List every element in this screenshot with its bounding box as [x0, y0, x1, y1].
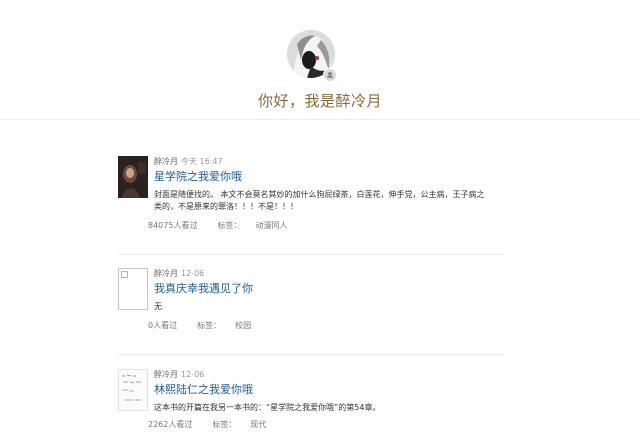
post-stats: 84075人看过 标签： 动漫同人 — [148, 220, 287, 231]
post-views: 2262人看过 — [148, 420, 193, 429]
profile-greeting: 你好，我是醉冷月 — [257, 92, 382, 110]
post-views: 0人看过 — [148, 321, 178, 330]
post-author[interactable]: 醉冷月 — [154, 269, 178, 278]
post-summary: 无 — [154, 301, 504, 313]
profile-header: 你好，我是醉冷月 — [0, 0, 640, 120]
post-title-link[interactable]: 我真庆幸我遇见了你 — [154, 280, 253, 296]
post-summary-line: 这本书的开篇在我另一本书的：“星学院之我爱你哦”的第54章。 — [154, 403, 381, 412]
post-tag-label: 标签： — [212, 420, 237, 429]
post-author[interactable]: 醉冷月 — [154, 157, 178, 166]
post-divider — [118, 354, 504, 355]
post-summary-line: 类的，不是原来的罪洛！！！不是！！！ — [154, 202, 298, 211]
post-time: 12-06 — [181, 370, 205, 379]
post-cover-image[interactable] — [118, 156, 148, 198]
post-summary: 这本书的开篇在我另一本书的：“星学院之我爱你哦”的第54章。 — [154, 402, 504, 414]
post-stats: 2262人看过 标签： 现代 — [148, 419, 266, 430]
post-item: 醉冷月 今天 16:47 星学院之我爱你哦 封面是随便找的。 本文不会莫名其妙的加… — [118, 156, 504, 236]
post-views: 84075人看过 — [148, 221, 198, 230]
post-summary-line: 封面是随便找的。 本文不会莫名其妙的加什么狗屁绿茶，白莲花，伸手党，公主病，王子… — [154, 190, 485, 199]
post-meta: 醉冷月 12-06 — [154, 268, 204, 279]
broken-image-icon — [121, 271, 128, 278]
post-stats: 0人看过 标签： 校园 — [148, 320, 251, 331]
post-author[interactable]: 醉冷月 — [154, 370, 178, 379]
post-item: 醉冷月 12-06 我真庆幸我遇见了你 无 0人看过 标签： 校园 — [118, 268, 504, 338]
user-badge-icon — [323, 68, 337, 82]
post-summary: 封面是随便找的。 本文不会莫名其妙的加什么狗屁绿茶，白莲花，伸手党，公主病，王子… — [154, 189, 504, 213]
post-meta: 醉冷月 12-06 — [154, 369, 204, 380]
post-time: 12-06 — [181, 269, 205, 278]
post-divider — [118, 254, 504, 255]
post-summary-line: 无 — [154, 302, 162, 311]
post-title-link[interactable]: 林熙陆仁之我爱你哦 — [154, 381, 253, 397]
post-tag-label: 标签： — [197, 321, 222, 330]
post-title-link[interactable]: 星学院之我爱你哦 — [154, 168, 242, 184]
post-meta: 醉冷月 今天 16:47 — [154, 156, 223, 167]
post-cover-image[interactable] — [118, 369, 148, 411]
post-cover-image[interactable] — [118, 268, 148, 310]
post-tag-link[interactable]: 现代 — [250, 420, 266, 429]
post-tag-label: 标签： — [217, 221, 242, 230]
post-tag-link[interactable]: 动漫同人 — [255, 221, 287, 230]
header-divider — [0, 119, 640, 120]
post-item: 醉冷月 12-06 林熙陆仁之我爱你哦 这本书的开篇在我另一本书的：“星学院之我爱… — [118, 369, 504, 433]
post-time: 今天 16:47 — [181, 157, 223, 166]
post-tag-link[interactable]: 校园 — [235, 321, 251, 330]
